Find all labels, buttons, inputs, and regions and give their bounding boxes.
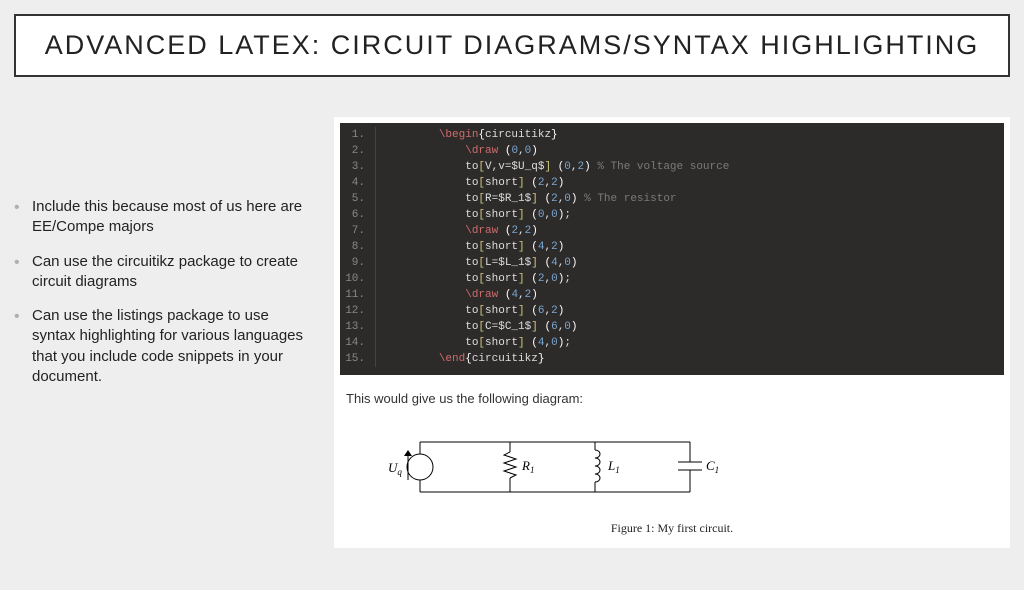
code-line: 13. to[C=$C_1$] (6,0) (340, 319, 1004, 335)
code-line: 1. \begin{circuitikz} (340, 127, 1004, 143)
code-line: 15. \end{circuitikz} (340, 351, 1004, 367)
svg-text:C1: C1 (706, 458, 719, 475)
code-line: 7. \draw (2,2) (340, 223, 1004, 239)
svg-text:Uq: Uq (388, 460, 402, 477)
circuit-svg: Uq R1 L1 (360, 422, 740, 512)
code-line: 9. to[L=$L_1$] (4,0) (340, 255, 1004, 271)
bullet-list: Include this because most of us here are… (14, 197, 314, 387)
code-line: 3. to[V,v=$U_q$] (0,2) % The voltage sou… (340, 159, 1004, 175)
code-block: 1. \begin{circuitikz}2. \draw (0,0)3. to… (340, 123, 1004, 375)
code-line: 11. \draw (4,2) (340, 287, 1004, 303)
code-line: 4. to[short] (2,2) (340, 175, 1004, 191)
circuit-diagram: Uq R1 L1 (340, 422, 1004, 542)
code-line: 12. to[short] (6,2) (340, 303, 1004, 319)
slide-content: Include this because most of us here are… (0, 77, 1024, 562)
bullet-item: Can use the circuitikz package to create… (14, 252, 314, 293)
slide-title: ADVANCED LATEX: CIRCUIT DIAGRAMS/SYNTAX … (34, 30, 990, 61)
code-line: 6. to[short] (0,0); (340, 207, 1004, 223)
code-line: 10. to[short] (2,0); (340, 271, 1004, 287)
bullet-item: Can use the listings package to use synt… (14, 306, 314, 387)
code-line: 5. to[R=$R_1$] (2,0) % The resistor (340, 191, 1004, 207)
right-panel: 1. \begin{circuitikz}2. \draw (0,0)3. to… (334, 117, 1010, 548)
intermediate-caption: This would give us the following diagram… (340, 387, 1004, 410)
slide-title-box: ADVANCED LATEX: CIRCUIT DIAGRAMS/SYNTAX … (14, 14, 1010, 77)
code-line: 2. \draw (0,0) (340, 143, 1004, 159)
code-line: 14. to[short] (4,0); (340, 335, 1004, 351)
figure-caption: Figure 1: My first circuit. (360, 521, 984, 536)
svg-text:R1: R1 (521, 458, 534, 475)
bullet-column: Include this because most of us here are… (14, 117, 314, 548)
code-line: 8. to[short] (4,2) (340, 239, 1004, 255)
svg-text:L1: L1 (607, 458, 620, 475)
bullet-item: Include this because most of us here are… (14, 197, 314, 238)
